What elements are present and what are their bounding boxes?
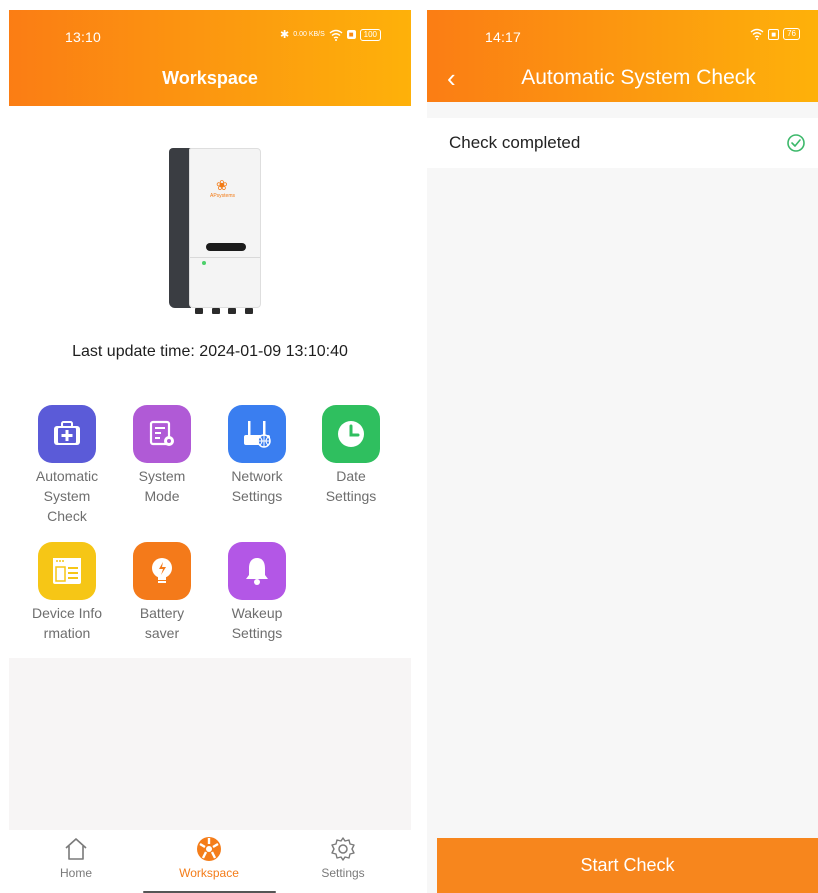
date-settings-button[interactable]: Date Settings — [307, 405, 395, 506]
tile-label: Wakeup Settings — [231, 605, 283, 641]
tile-label: Automatic System Check — [35, 468, 99, 524]
check-status-row: Check completed — [427, 118, 818, 168]
window-icon — [38, 542, 96, 600]
inverter-brand: APsystems — [210, 193, 236, 199]
tile-label-line-2: rmation — [43, 625, 91, 641]
automatic-system-check-button[interactable]: Automatic System Check — [23, 405, 111, 526]
network-settings-button[interactable]: Network Settings — [213, 405, 301, 506]
nav-workspace[interactable]: Workspace — [164, 836, 254, 880]
inverter-image: ❀ APsystems — [163, 148, 263, 318]
nav-home[interactable]: Home — [31, 836, 121, 880]
empty-panel — [9, 658, 411, 830]
page-title: Automatic System Check — [521, 66, 756, 89]
status-icons: ■ 76 — [750, 28, 800, 40]
app-bar: 14:17 ■ 76 ‹ Automatic System Check — [427, 10, 818, 102]
inverter-logo-icon: ❀ — [216, 177, 228, 193]
bottom-nav: Home Workspace Settings — [9, 830, 411, 893]
check-status-text: Check completed — [449, 133, 581, 152]
net-speed: 0.00 KB/S — [293, 31, 325, 38]
medkit-icon — [38, 405, 96, 463]
bluetooth-icon: ✱ — [280, 29, 290, 41]
nav-label: Home — [59, 866, 92, 880]
status-icons: ✱ 0.00 KB/S ■ 100 — [280, 28, 381, 41]
battery-saver-button[interactable]: Battery saver — [118, 542, 206, 643]
sim-icon: ■ — [768, 28, 780, 40]
wifi-icon — [750, 28, 764, 40]
tile-label: Date Settings — [325, 468, 377, 504]
app-bar: 13:10 ✱ 0.00 KB/S ■ 100 Workspace — [9, 10, 411, 106]
bulb-icon — [133, 542, 191, 600]
tile-label: Device Info rmation — [23, 603, 111, 643]
last-update-time: Last update time: 2024-01-09 13:10:40 — [72, 343, 348, 360]
tile-label: Network Settings — [231, 468, 283, 504]
sim-icon: ■ — [346, 30, 356, 39]
start-check-button[interactable]: Start Check — [437, 838, 818, 893]
page-title: Workspace — [162, 68, 258, 88]
status-time: 14:17 — [485, 29, 522, 45]
router-icon — [228, 405, 286, 463]
tile-label: Battery saver — [139, 605, 185, 641]
bell-icon — [228, 542, 286, 600]
gear-icon — [331, 837, 355, 861]
settings-doc-icon — [133, 405, 191, 463]
tile-label-line-1: Device Info — [31, 605, 103, 621]
battery-icon: 100 — [359, 28, 381, 41]
nav-settings[interactable]: Settings — [298, 836, 388, 880]
clock-icon — [322, 405, 380, 463]
system-mode-button[interactable]: System Mode — [118, 405, 206, 506]
workspace-screen: 13:10 ✱ 0.00 KB/S ■ 100 Workspace ❀ APsy… — [9, 10, 411, 893]
device-information-button[interactable]: Device Info rmation — [23, 542, 111, 643]
tile-label: System Mode — [138, 468, 186, 504]
wakeup-settings-button[interactable]: Wakeup Settings — [213, 542, 301, 643]
battery-icon: 76 — [783, 28, 800, 40]
nav-label: Settings — [321, 866, 365, 880]
workspace-icon — [197, 837, 221, 861]
home-icon — [65, 838, 87, 860]
status-time: 13:10 — [65, 29, 102, 45]
check-circle-icon — [787, 134, 805, 152]
wifi-icon — [329, 29, 343, 41]
nav-label: Workspace — [179, 866, 239, 880]
automatic-system-check-screen: 14:17 ■ 76 ‹ Automatic System Check Chec… — [427, 10, 818, 893]
